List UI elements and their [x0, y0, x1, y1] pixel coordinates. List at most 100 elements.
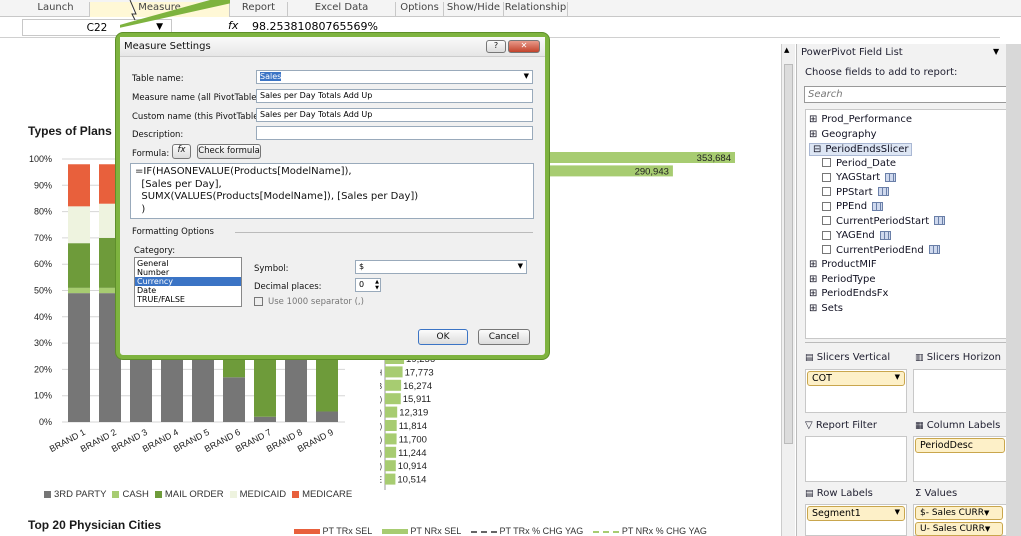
data-label: 16,274 — [403, 381, 432, 392]
decimal-places-label: Decimal places: — [254, 282, 322, 292]
value-pill[interactable]: $- Sales CURR▼ — [915, 506, 1003, 520]
expand-icon[interactable]: ⊞ — [809, 288, 817, 299]
slicer-pill[interactable]: COT ▼ — [807, 371, 905, 386]
tab-relationship[interactable]: Relationship — [504, 2, 568, 17]
chevron-down-icon[interactable]: ▼ — [984, 509, 989, 517]
decimal-places-stepper[interactable]: 0 ▲ ▼ — [355, 278, 381, 292]
table-name-select[interactable]: Sales ▼ — [256, 70, 533, 84]
measure-name-input[interactable]: Sales per Day Totals Add Up — [256, 89, 533, 103]
tree-item[interactable]: YAGStart — [822, 172, 897, 183]
table-icon — [879, 230, 891, 240]
collapse-icon[interactable]: ⊟ — [813, 144, 821, 155]
sheet-scrollbar[interactable]: ▲ — [781, 44, 795, 536]
tree-item[interactable]: ⊞ PeriodEndsFx — [809, 288, 888, 299]
category-option[interactable]: Date — [135, 286, 241, 295]
tree-item[interactable]: ⊟ PeriodEndsSlicer — [809, 143, 913, 156]
chevron-down-icon[interactable]: ▼ — [985, 525, 990, 533]
tree-item[interactable]: PPEnd — [822, 201, 884, 212]
category-list[interactable]: General Number Currency Date TRUE/FALSE — [134, 257, 242, 307]
tree-item[interactable]: CurrentPeriodStart — [822, 216, 946, 227]
dialog-titlebar: Measure Settings — [120, 37, 545, 57]
expand-icon[interactable]: ⊞ — [809, 129, 817, 140]
data-label: 15,911 — [403, 394, 431, 405]
tree-item[interactable]: CurrentPeriodEnd — [822, 245, 940, 256]
report-filter-area[interactable] — [805, 436, 907, 482]
y-category-label: SUPER EFFICIENT MED PLAN (BB) — [380, 462, 382, 472]
row-pill[interactable]: Segment1 ▼ — [807, 506, 905, 521]
checkbox-icon[interactable] — [822, 187, 831, 196]
chevron-up-icon[interactable]: ▲ — [784, 46, 789, 54]
custom-name-label: Custom name (this PivotTable): — [132, 112, 265, 122]
expand-icon[interactable]: ⊞ — [809, 259, 817, 270]
tree-item[interactable]: PPStart — [822, 187, 889, 198]
tree-item[interactable]: ⊞ PeriodType — [809, 274, 876, 285]
tree-item[interactable]: YAGEnd — [822, 230, 891, 241]
symbol-select[interactable]: $ ▼ — [355, 260, 527, 274]
scroll-thumb[interactable] — [784, 64, 793, 444]
formula-value[interactable]: 98.25381080765569% — [252, 20, 378, 33]
legend-label: MAIL ORDER — [164, 489, 224, 500]
description-input[interactable] — [256, 126, 533, 140]
category-option[interactable]: TRUE/FALSE — [135, 295, 241, 304]
custom-name-input[interactable]: Sales per Day Totals Add Up — [256, 108, 533, 122]
checkbox-icon[interactable] — [822, 172, 831, 182]
category-option[interactable]: Number — [135, 268, 241, 277]
expand-icon[interactable]: ⊞ — [809, 274, 817, 285]
category-option[interactable]: Currency — [135, 277, 241, 286]
tree-item-label: Geography — [821, 128, 877, 140]
tab-options[interactable]: Options — [396, 2, 444, 17]
measure-settings-dialog: Measure Settings ? ✕ Table name: Sales ▼ … — [116, 33, 549, 359]
expand-icon[interactable]: ⊞ — [809, 303, 817, 314]
ok-button[interactable]: OK — [418, 329, 468, 345]
tree-item[interactable]: Period_Date — [822, 158, 896, 169]
checkbox-icon[interactable] — [822, 158, 831, 167]
tree-item[interactable]: ⊞ ProductMIF — [809, 259, 877, 270]
data-label: 12,319 — [399, 408, 428, 419]
tab-show-hide[interactable]: Show/Hide — [444, 2, 504, 17]
fx-button[interactable]: fx — [172, 144, 191, 159]
hbar — [385, 446, 397, 458]
value-pill[interactable]: U- Sales CURR▼ — [915, 522, 1003, 536]
hbar — [385, 379, 402, 391]
tree-item[interactable]: ⊞ Sets — [809, 303, 843, 314]
checkbox-icon[interactable] — [822, 201, 831, 211]
cancel-button[interactable]: Cancel — [478, 329, 530, 345]
help-button[interactable]: ? — [486, 40, 506, 53]
chevron-down-icon[interactable]: ▼ — [895, 508, 900, 516]
spinner-icon[interactable]: ▲ ▼ — [375, 279, 379, 291]
chevron-down-icon[interactable]: ▼ — [524, 72, 529, 80]
tree-item-label: ProductMIF — [821, 259, 877, 270]
y-category-label: SUPER SCRIPTO (PROC-UNSP) — [380, 421, 382, 431]
chart1-title: Types of Plans M — [28, 124, 126, 138]
expand-icon[interactable]: ⊞ — [809, 114, 817, 125]
stacked-bar-segment — [254, 416, 276, 422]
table-icon — [885, 172, 897, 182]
chevron-down-icon[interactable]: ▼ — [895, 373, 900, 381]
tree-item-label: PPStart — [836, 186, 873, 198]
chevron-down-icon[interactable]: ▼ — [993, 47, 999, 56]
close-button[interactable]: ✕ — [508, 40, 540, 53]
category-option[interactable]: General — [135, 259, 241, 268]
search-input[interactable]: Search — [804, 86, 1009, 103]
tab-launch[interactable]: Launch — [22, 2, 90, 17]
chart1-legend: 3RD PARTY CASH MAIL ORDER MEDICAID MEDICARE — [44, 489, 358, 500]
pill-label: U- Sales CURR — [920, 524, 985, 534]
checkbox-icon[interactable] — [822, 230, 831, 240]
decimal-value: 0 — [359, 280, 365, 289]
column-pill[interactable]: PeriodDesc — [915, 438, 1005, 453]
pill-label: Segment1 — [812, 508, 861, 519]
tree-item[interactable]: ⊞ Geography — [809, 129, 877, 140]
checkbox-icon[interactable] — [254, 297, 263, 306]
check-formula-button[interactable]: Check formula — [197, 144, 261, 159]
slicers-horizontal-area[interactable] — [913, 369, 1007, 413]
tree-item[interactable]: ⊞ Prod_Performance — [809, 114, 912, 125]
slicers-horizontal-header: ▥ Slicers Horizon — [915, 352, 1001, 363]
tab-report[interactable]: Report — [230, 2, 288, 17]
tab-excel-data[interactable]: Excel Data — [288, 2, 396, 17]
checkbox-icon[interactable] — [822, 216, 831, 225]
thousand-separator-checkbox[interactable]: Use 1000 separator (,) — [254, 297, 364, 307]
chevron-down-icon[interactable]: ▼ — [518, 262, 523, 270]
formula-editor[interactable]: =IF(HASONEVALUE(Products[ModelName]), [S… — [130, 163, 534, 219]
checkbox-icon[interactable] — [822, 245, 831, 254]
tree-item-label: Period_Date — [836, 157, 897, 169]
